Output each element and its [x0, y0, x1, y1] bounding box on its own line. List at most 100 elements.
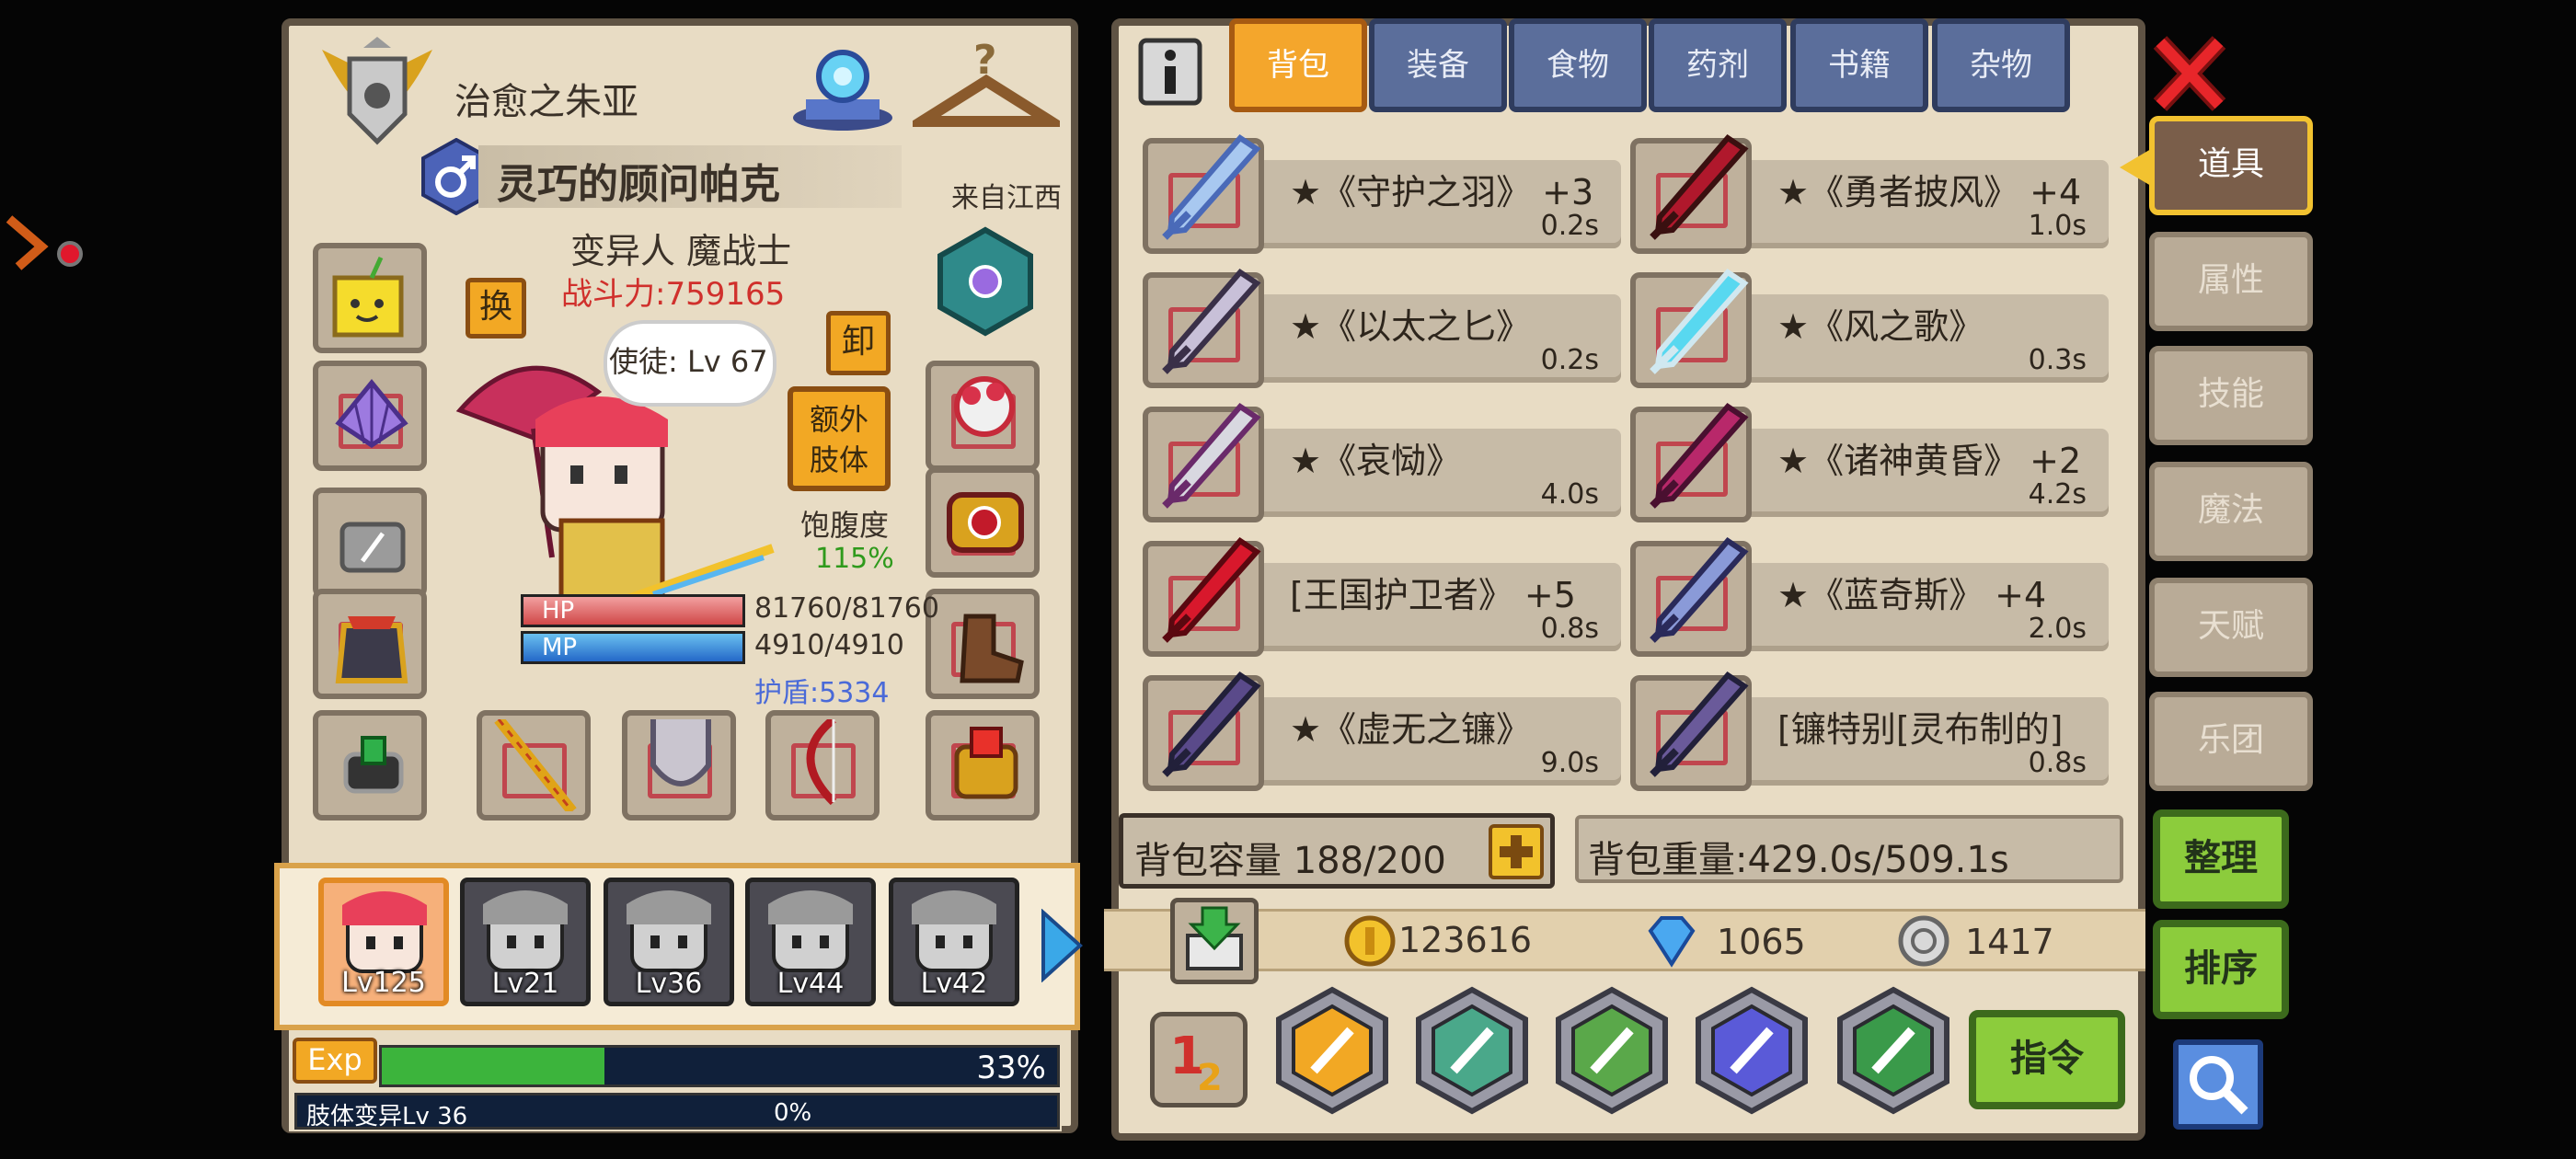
search-button[interactable] [2173, 1039, 2263, 1130]
satiety-label: 饱腹度 [800, 508, 890, 543]
weapon-slot[interactable] [477, 710, 591, 820]
item-bar: ★《哀恸》 4.0s [1262, 429, 1621, 517]
inventory-item[interactable]: ★《风之歌》 0.3s [1630, 263, 2118, 388]
empty-slot[interactable] [313, 488, 427, 598]
unequip-button[interactable]: 卸 [826, 311, 891, 375]
inventory-item[interactable]: ★《以太之匕》 0.2s [1143, 263, 1630, 388]
upgrade-arrows-icon[interactable] [1413, 986, 1531, 1115]
side-tab-5[interactable]: 乐团 [2149, 692, 2313, 791]
diamond-icon [1648, 916, 1696, 968]
party-member-level: Lv44 [776, 968, 845, 1000]
satiety-value: 115% [815, 543, 894, 575]
inventory-item[interactable]: ★《守护之羽》 +3 0.2s [1143, 129, 1630, 254]
item-time: 1.0s [2028, 210, 2087, 242]
item-bar: ★《蓝奇斯》 +4 2.0s [1750, 563, 2109, 651]
quick-slot-toggle-button[interactable]: 12 [1150, 1012, 1248, 1107]
item-time: 9.0s [1540, 747, 1599, 779]
mp-label: MP [542, 634, 578, 661]
tab-3[interactable]: 药剂 [1649, 18, 1787, 112]
info-icon[interactable] [1137, 37, 1203, 107]
weapon-icon [1162, 671, 1261, 777]
shield-slot[interactable] [622, 710, 736, 820]
necklace-slot[interactable] [926, 467, 1040, 578]
bag-weight-text: 背包重量:429.0s/509.1s [1588, 839, 2009, 881]
nature-skill-icon[interactable] [1553, 986, 1671, 1115]
player-name: 治愈之朱亚 [454, 81, 638, 123]
inventory-item[interactable]: ★《勇者披风》 +4 1.0s [1630, 129, 2118, 254]
rank-crest-icon[interactable] [304, 31, 451, 151]
side-tab-2[interactable]: 技能 [2149, 346, 2313, 445]
vortex-skill-icon[interactable] [1693, 986, 1811, 1115]
item-time: 0.8s [2028, 747, 2087, 779]
item-time: 4.2s [2028, 478, 2087, 511]
weapon-icon [1162, 134, 1261, 240]
bag-capacity-text: 背包容量 188/200 [1134, 840, 1446, 882]
gold-amount: 123616 [1398, 920, 1533, 960]
extra-limb-button[interactable]: 额外 肢体 [788, 386, 891, 491]
tab-5[interactable]: 杂物 [1932, 18, 2070, 112]
party-member-level: Lv42 [920, 968, 988, 1000]
crystal-altar-icon[interactable] [788, 35, 898, 136]
inventory-item[interactable]: ★《哀恸》 4.0s [1143, 397, 1630, 522]
item-time: 0.8s [1540, 613, 1599, 645]
hp-label: HP [542, 597, 575, 625]
ring-slot[interactable] [313, 710, 427, 820]
party-member[interactable]: Lv21 [460, 878, 591, 1006]
svg-text:2: 2 [1197, 1057, 1223, 1099]
search-icon [2190, 1056, 2248, 1115]
party-member[interactable]: Lv36 [604, 878, 734, 1006]
order-button[interactable]: 排序 [2153, 920, 2289, 1019]
inventory-item[interactable]: ★《蓝奇斯》 +4 2.0s [1630, 532, 2118, 657]
weapon-icon [1162, 269, 1261, 374]
tab-0[interactable]: 背包 [1229, 18, 1367, 112]
item-name: [镰特别[灵布制的] [1777, 709, 2064, 750]
inventory-item[interactable]: [王国护卫者》 +5 0.8s [1143, 532, 1630, 657]
sort-button[interactable]: 整理 [2153, 809, 2289, 909]
boots-slot[interactable] [926, 589, 1040, 699]
side-tab-1[interactable]: 属性 [2149, 232, 2313, 331]
party-member[interactable]: Lv44 [745, 878, 876, 1006]
bubble-text: 使徒: Lv 67 [609, 344, 768, 379]
weapon-icon [1650, 671, 1749, 777]
shell-slot[interactable] [313, 361, 427, 471]
party-member[interactable]: Lv125 [318, 878, 449, 1006]
exp-bar-track: 33% [379, 1045, 1060, 1087]
hanger-icon[interactable]: ? [913, 37, 1060, 138]
tab-1[interactable]: 装备 [1369, 18, 1507, 112]
item-icon-slot [1143, 269, 1264, 388]
item-icon-slot [1630, 537, 1752, 657]
deposit-button[interactable] [1170, 898, 1259, 984]
party-member-level: Lv36 [635, 968, 703, 1000]
emblem-icon[interactable] [935, 226, 1036, 337]
expand-bag-button[interactable] [1489, 824, 1544, 879]
close-icon[interactable] [2149, 31, 2230, 116]
party-member-level: Lv125 [341, 967, 426, 999]
item-icon-slot [1630, 134, 1752, 254]
number-one-two-icon: 12 [1169, 1027, 1223, 1099]
party-member-level: Lv21 [491, 968, 559, 1000]
tab-2[interactable]: 食物 [1509, 18, 1647, 112]
pet-slot[interactable] [313, 243, 427, 353]
party-next-arrow-icon[interactable] [1038, 909, 1084, 982]
active-tab-pointer-icon [2120, 149, 2151, 186]
item-time: 0.2s [1540, 344, 1599, 376]
poison-skill-icon[interactable] [1834, 986, 1952, 1115]
party-member[interactable]: Lv42 [889, 878, 1019, 1006]
armor-slot[interactable] [313, 589, 427, 699]
side-tab-3[interactable]: 魔法 [2149, 462, 2313, 561]
bow-slot[interactable] [765, 710, 880, 820]
tab-4[interactable]: 书籍 [1790, 18, 1928, 112]
inventory-item[interactable]: ★《虚无之镰》 9.0s [1143, 666, 1630, 791]
swap-button[interactable]: 换 [466, 278, 526, 339]
inventory-item[interactable]: ★《诸神黄昏》 +2 4.2s [1630, 397, 2118, 522]
side-tab-0[interactable]: 道具 [2149, 116, 2313, 215]
character-title: 灵巧的顾问帕克 [497, 161, 780, 208]
weapon-icon [1162, 537, 1261, 643]
inventory-item[interactable]: [镰特别[灵布制的] 0.8s [1630, 666, 2118, 791]
accessory-slot[interactable] [926, 710, 1040, 820]
diamond-amount: 1065 [1717, 922, 1806, 962]
side-tab-4[interactable]: 天赋 [2149, 578, 2313, 677]
command-button[interactable]: 指令 [1969, 1010, 2125, 1109]
sword-skill-icon[interactable] [1273, 986, 1391, 1115]
headwear-slot[interactable] [926, 361, 1040, 471]
